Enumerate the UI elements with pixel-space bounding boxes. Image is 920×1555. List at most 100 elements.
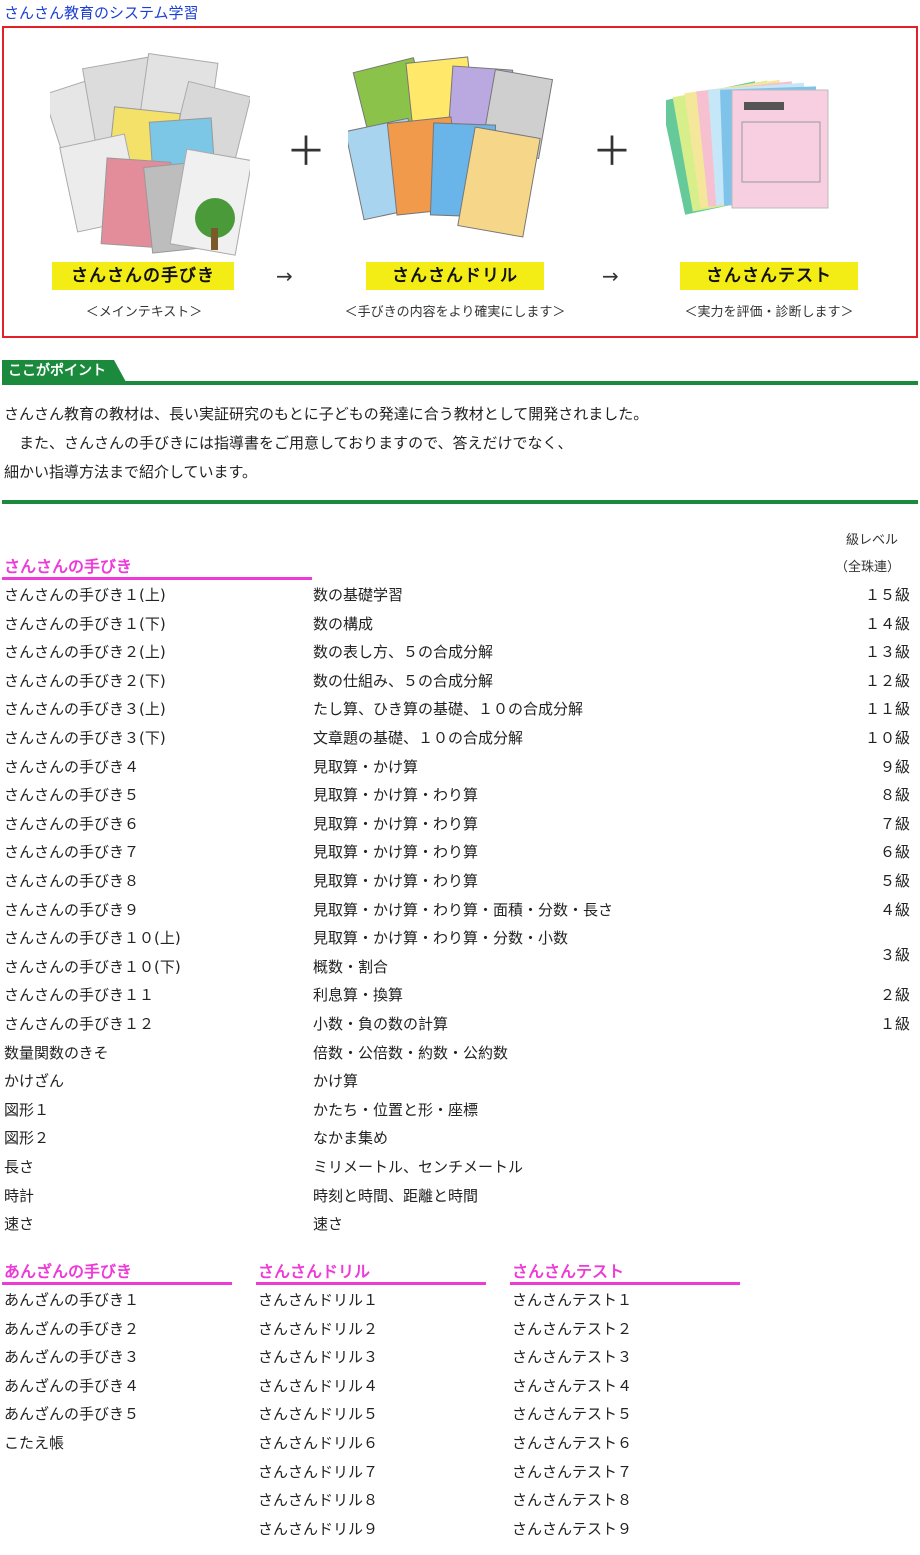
page-title: さんさん教育のシステム学習: [4, 4, 199, 22]
table-row: さんさんの手びき９ 見取算・かけ算・わり算・面積・分数・長さ ４級: [4, 898, 910, 927]
table-row: 図形２ なかま集め: [4, 1126, 910, 1155]
level-header-line1: 級レベル: [845, 533, 898, 548]
row-level: ４級: [879, 900, 910, 919]
intro-line-3: 細かい指導方法まで紹介しています。: [4, 463, 258, 481]
list-item: さんさんテスト７: [512, 1462, 633, 1481]
row-name: さんさんの手びき３(下): [4, 729, 166, 747]
table-row: さんさんの手びき５ 見取算・かけ算・わり算 ８級: [4, 783, 910, 812]
row-name: 図形１: [4, 1100, 50, 1119]
list-item: さんさんドリル２: [258, 1319, 379, 1338]
row-level: ２級: [879, 986, 910, 1005]
plus-sign-1: ＋: [286, 129, 326, 175]
row-name: 時計: [4, 1186, 35, 1205]
row-level: ９級: [879, 757, 910, 776]
row-name: さんさんの手びき１(上): [4, 586, 166, 604]
table-row: さんさんの手びき２(下) 数の仕組み、５の合成分解 １２級: [4, 669, 910, 698]
row-topic: 数の構成: [313, 614, 374, 633]
row-level: １３級: [864, 643, 910, 662]
list-item: さんさんドリル６: [258, 1434, 379, 1452]
row-name: かけざん: [4, 1072, 65, 1091]
row-level: １級: [879, 1015, 910, 1033]
row-level: ７級: [879, 814, 910, 833]
list-item: さんさんテスト１: [512, 1291, 633, 1309]
list-item: さんさんドリル９: [258, 1519, 379, 1538]
list-item: さんさんドリル７: [258, 1462, 379, 1481]
row-name: さんさんの手びき１２: [4, 1015, 155, 1033]
row-name: さんさんの手びき８: [4, 872, 140, 890]
row-name: 速さ: [4, 1215, 35, 1234]
table-row: 数量関数のきそ 倍数・公倍数・約数・公約数: [4, 1041, 910, 1070]
row-level: １０級: [864, 729, 910, 747]
label-test: さんさんテスト: [680, 262, 858, 290]
list-item: さんさんテスト４: [512, 1376, 633, 1395]
list-item: さんさんテスト５: [512, 1405, 633, 1424]
row-topic: 見取算・かけ算・わり算: [313, 814, 479, 833]
row-level: ６級: [879, 843, 910, 862]
row-name: さんさんの手びき５: [4, 786, 140, 805]
table-row: さんさんの手びき１０(下) 概数・割合: [4, 955, 910, 984]
row-topic: 見取算・かけ算・わり算: [313, 843, 479, 862]
row-name: さんさんの手びき１０(上): [4, 929, 181, 948]
intro-line-2: また、さんさんの手びきには指導書をご用意しておりますので、答えだけでなく、: [4, 434, 573, 452]
section-title-drill: さんさんドリル: [258, 1262, 371, 1281]
point-tag: ここがポイント: [2, 360, 126, 382]
row-topic: たし算、ひき算の基礎、１０の合成分解: [313, 700, 584, 719]
row-level: ８級: [879, 786, 910, 805]
row-name: 長さ: [4, 1158, 35, 1176]
table-row: かけざん かけ算: [4, 1069, 910, 1098]
table-row: さんさんの手びき３(下) 文章題の基礎、１０の合成分解 １０級: [4, 726, 910, 755]
drill-photo: [348, 56, 554, 238]
table-row: さんさんの手びき１０(上) 見取算・かけ算・わり算・分数・小数: [4, 926, 910, 955]
row-level: ５級: [879, 872, 910, 890]
list-item: さんさんテスト３: [512, 1348, 633, 1367]
row-topic: 速さ: [313, 1215, 344, 1234]
row-topic: 見取算・かけ算: [313, 757, 419, 776]
row-topic: 文章題の基礎、１０の合成分解: [313, 729, 524, 747]
section-rule-drill: [256, 1282, 486, 1285]
row-topic: 見取算・かけ算・わり算: [313, 872, 479, 890]
row-topic: 数の仕組み、５の合成分解: [313, 671, 494, 690]
table-row: 時計 時刻と時間、距離と時間: [4, 1184, 910, 1213]
row-level: １４級: [864, 614, 910, 633]
list-item: さんさんドリル４: [258, 1376, 379, 1395]
row-name: さんさんの手びき１１: [4, 986, 155, 1005]
list-item: こたえ帳: [4, 1434, 65, 1452]
table-row: さんさんの手びき３(上) たし算、ひき算の基礎、１０の合成分解 １１級: [4, 697, 910, 726]
point-rule-bottom: [2, 500, 918, 504]
table-row: さんさんの手びき６ 見取算・かけ算・わり算 ７級: [4, 812, 910, 841]
row-level: １５級: [864, 586, 910, 604]
row-name: 図形２: [4, 1129, 50, 1148]
table-row: さんさんの手びき１１ 利息算・換算 ２級: [4, 983, 910, 1012]
row-topic: 見取算・かけ算・わり算・分数・小数: [313, 929, 569, 948]
merged-level-3kyu: ３級: [879, 946, 910, 964]
table-row: さんさんの手びき２(上) 数の表し方、５の合成分解 １３級: [4, 640, 910, 669]
row-name: さんさんの手びき１０(下): [4, 957, 181, 976]
row-topic: 利息算・換算: [313, 986, 404, 1005]
list-item: さんさんドリル８: [258, 1491, 379, 1510]
list-item: あんざんの手びき１: [4, 1291, 140, 1309]
list-item: さんさんドリル１: [258, 1291, 379, 1309]
sub-label-test: ＜実力を評価・診断します＞: [684, 305, 854, 320]
tebiki-photo: [50, 53, 250, 256]
row-topic: 見取算・かけ算・わり算・面積・分数・長さ: [313, 900, 614, 919]
arrow-1: →: [276, 264, 293, 288]
section-title-tebiki: さんさんの手びき: [4, 557, 133, 576]
row-topic: かたち・位置と形・座標: [313, 1100, 479, 1119]
list-item: あんざんの手びき２: [4, 1319, 140, 1338]
table-row: さんさんの手びき７ 見取算・かけ算・わり算 ６級: [4, 840, 910, 869]
intro-line-1: さんさん教育の教材は、長い実証研究のもとに子どもの発達に合う教材として開発されま…: [4, 405, 649, 423]
row-name: さんさんの手びき３(上): [4, 700, 166, 719]
row-name: さんさんの手びき４: [4, 757, 140, 776]
row-name: 数量関数のきそ: [4, 1043, 109, 1062]
list-item: あんざんの手びき５: [4, 1405, 140, 1424]
table-row: 長さ ミリメートル、センチメートル: [4, 1155, 910, 1184]
system-box: ＋ ＋ さんさんの手びき → さんさんドリル → さんさんテスト ＜メインテキス…: [2, 26, 918, 338]
label-tebiki: さんさんの手びき: [52, 262, 234, 290]
table-row: さんさんの手びき１(下) 数の構成 １４級: [4, 612, 910, 641]
sub-label-tebiki: ＜メインテキスト＞: [85, 305, 203, 320]
intro-text: さんさん教育の教材は、長い実証研究のもとに子どもの発達に合う教材として開発されま…: [4, 400, 904, 487]
list-item: さんさんドリル５: [258, 1405, 379, 1424]
row-topic: 数の表し方、５の合成分解: [313, 643, 494, 662]
row-level: １２級: [864, 671, 910, 690]
row-topic: 数の基礎学習: [313, 586, 404, 604]
